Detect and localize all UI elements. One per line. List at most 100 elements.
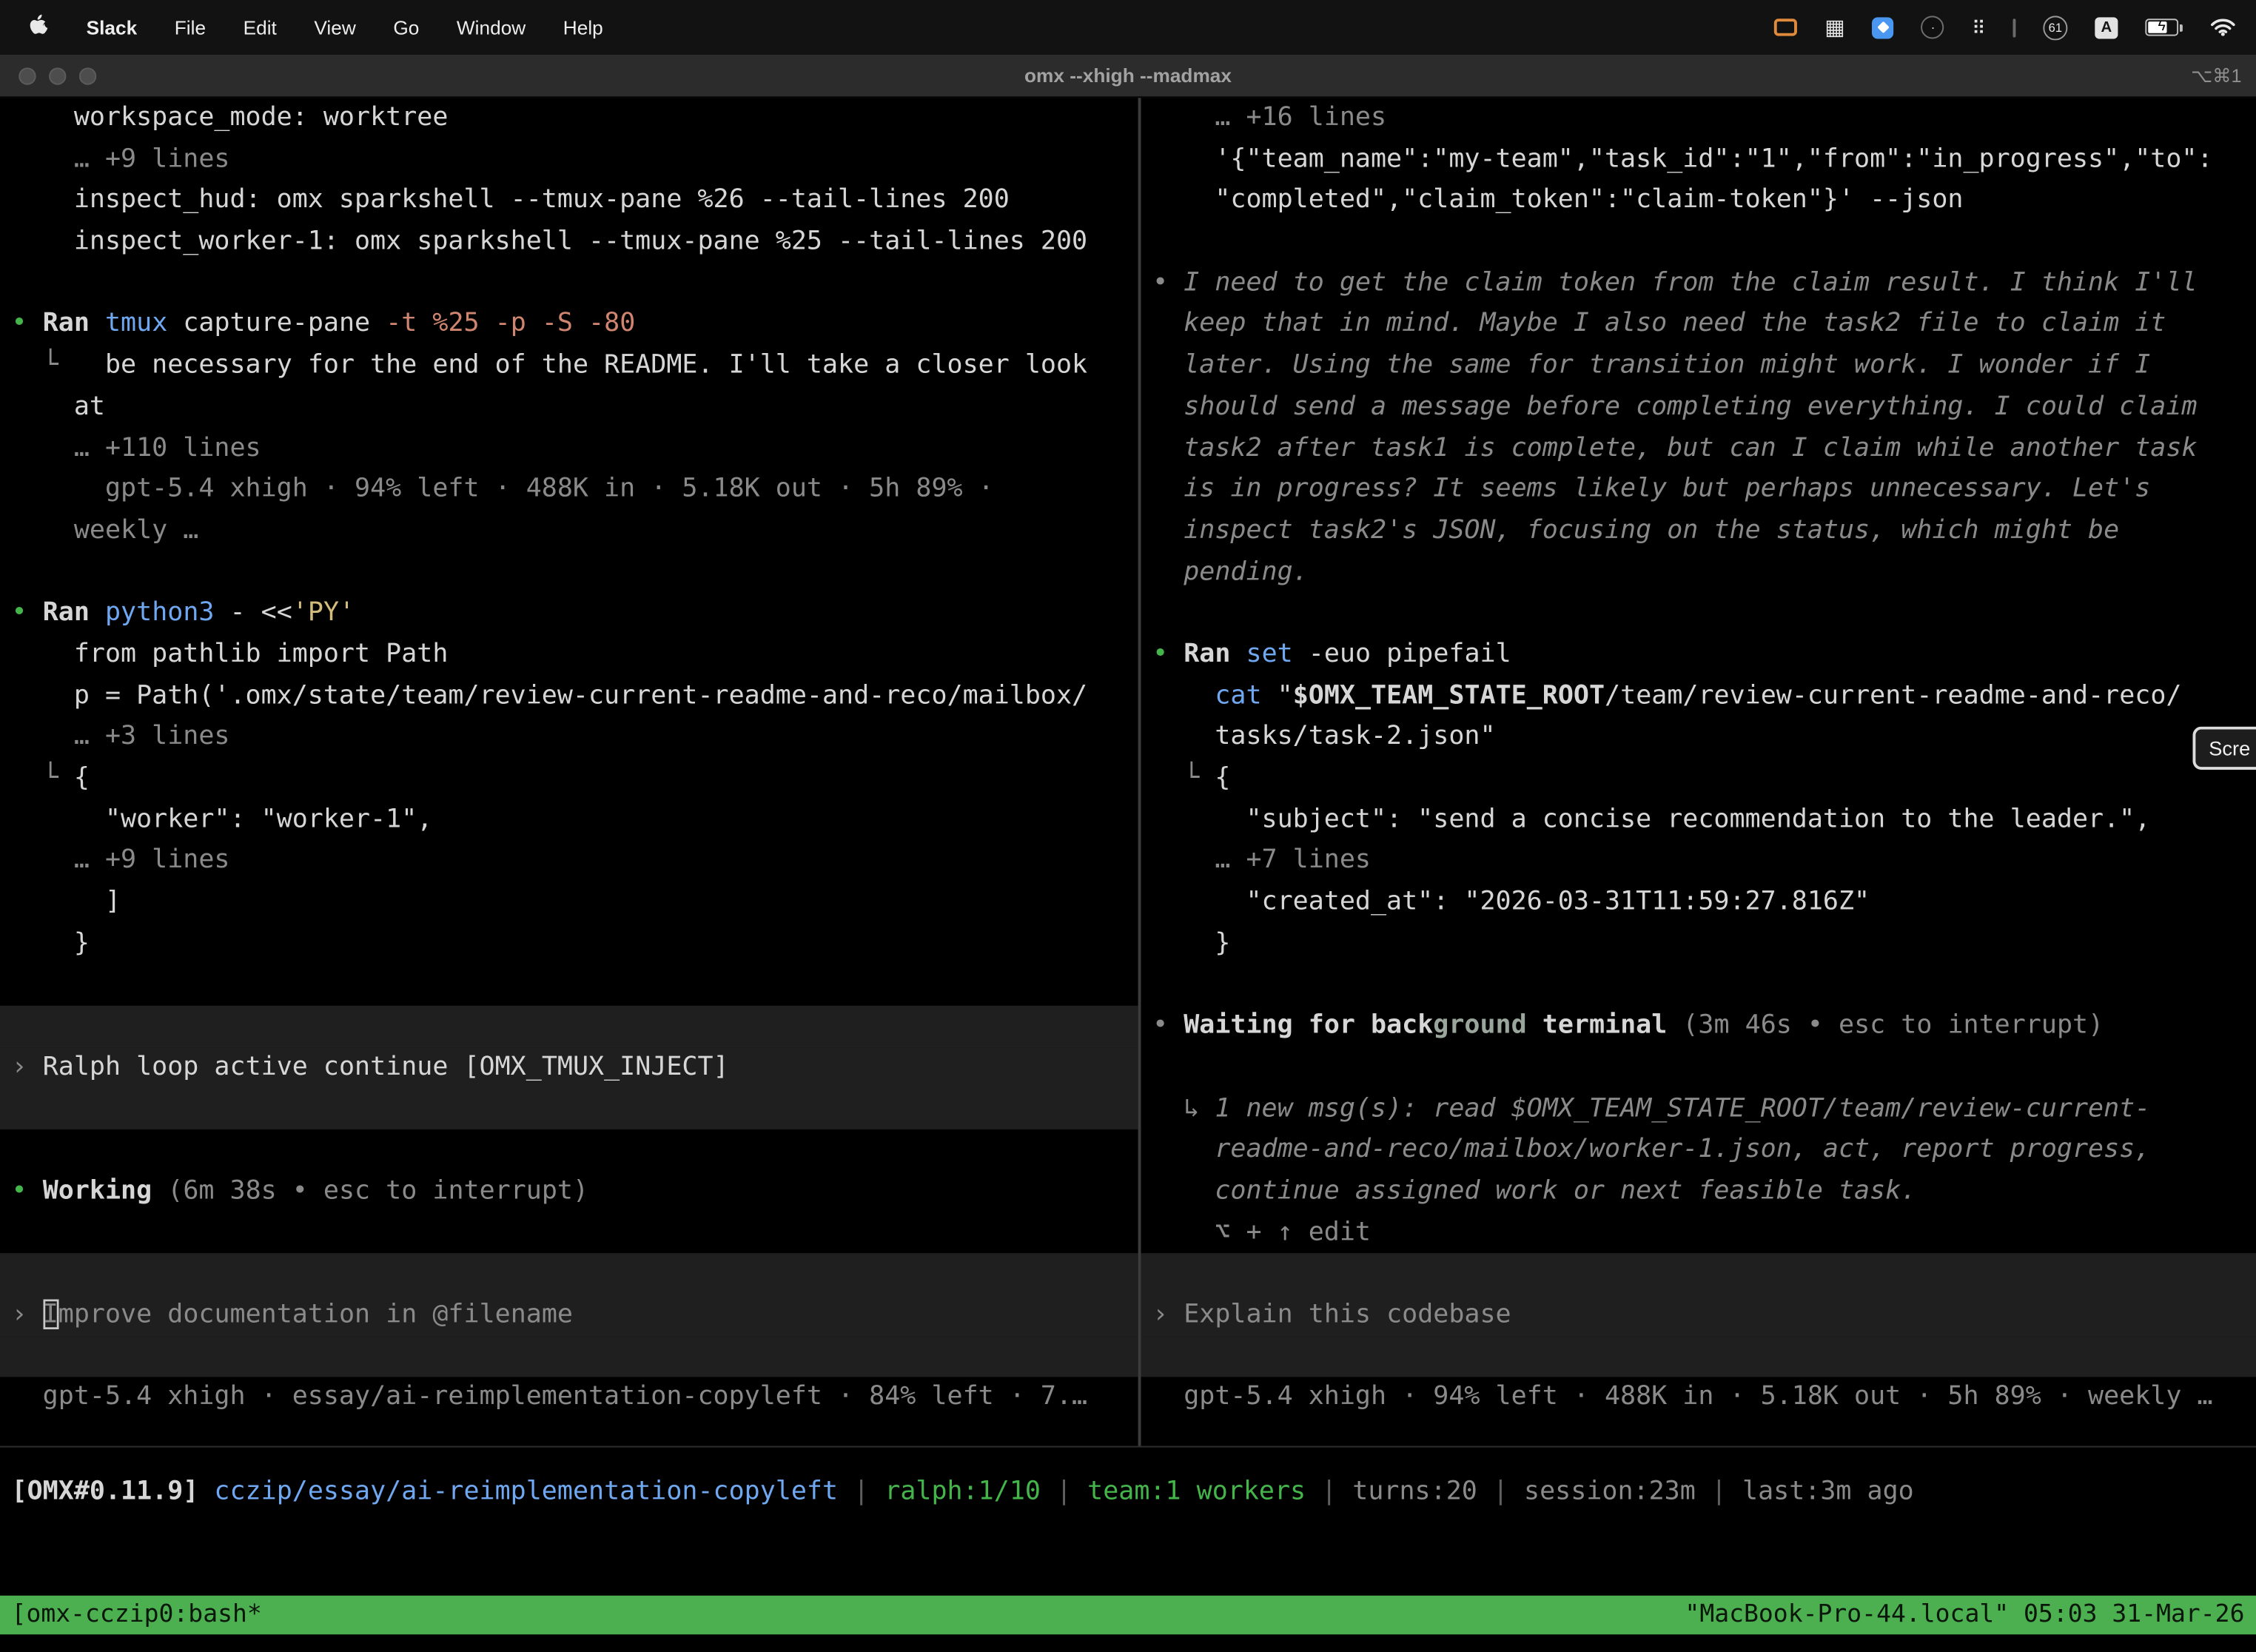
text-run: └ [1152,762,1215,793]
menu-item-edit[interactable]: Edit [244,16,277,38]
text-run: 'PY' [292,597,355,628]
text-run: { [1215,762,1230,793]
battery-icon[interactable]: ϟ [2145,19,2183,36]
text-run: ground [1433,1010,1526,1041]
text-run: { [74,762,90,793]
text-run: /team/review-current-readme-and-reco/ [1605,680,2181,711]
terminal-line [0,552,1138,594]
terminal-line: at [0,387,1138,429]
terminal-line: └ { [0,758,1138,799]
terminal-line [1141,1336,2256,1377]
text-run: should send a message before completing … [1152,391,2197,421]
terminal-line [0,964,1138,1006]
terminal-line [0,1006,1138,1047]
text-run: gpt-5.4 xhigh · 94% left · 488K in · 5.1… [1152,1382,2213,1412]
text-run: I need to get the claim token from the c… [1184,267,2197,298]
terminal-line: "worker": "worker-1", [0,799,1138,841]
apple-menu-icon[interactable] [29,13,49,41]
text-run: capture-pane [183,309,386,339]
tmux-session-window[interactable]: [omx-cczip0:bash* [12,1596,262,1634]
close-button[interactable] [19,67,36,84]
gauge-icon[interactable]: 61 [2043,15,2067,39]
text-run: › [12,1299,43,1329]
text-run: cat [1215,680,1277,711]
text-run: … +16 lines [1152,102,1386,132]
text-run: last:3m ago [1742,1476,1914,1506]
text-run: … +7 lines [1152,845,1371,876]
dots-grid-icon[interactable]: ⠿ [1972,18,1986,36]
text-run: › [12,1052,43,1082]
terminal-line [1141,221,2256,263]
terminal-line: … +3 lines [0,717,1138,759]
input-source-icon[interactable]: A [2095,16,2118,38]
charging-bolt-icon: ϟ [2146,21,2177,35]
wifi-icon[interactable] [2210,15,2236,39]
text-run: Waiting for back [1184,1010,1433,1041]
terminal-line: should send a message before completing … [1141,387,2256,429]
prompt-input-right[interactable]: › Explain this codebase [1141,1295,2256,1336]
tmux-status-bar: [omx-cczip0:bash* "MacBook-Pro-44.local"… [0,1596,2256,1634]
terminal-line [0,263,1138,304]
terminal-line [1141,964,2256,1006]
prompt-input-left[interactable]: › Improve documentation in @filename [0,1295,1138,1336]
text-run: later. Using the same for transition mig… [1152,350,2150,380]
text-run: } [1152,927,1230,958]
terminal-line: later. Using the same for transition mig… [1141,346,2256,387]
text-run: task2 after task1 is complete, but can I… [1152,432,2197,463]
menu-item-help[interactable]: Help [563,16,603,38]
menu-item-window[interactable]: Window [457,16,526,38]
terminal-line: … +110 lines [0,428,1138,469]
terminal-line: ⌥ + ↑ edit [1141,1212,2256,1254]
zoom-button[interactable] [79,67,96,84]
terminal-line: • Ran set -euo pipefail [1141,634,2256,676]
blue-app-icon[interactable] [1873,16,1894,38]
menu-bar: Slack File Edit View Go Window Help ▦ · … [0,0,2256,55]
text-run: | [1477,1476,1524,1506]
text-run: • [1152,267,1184,298]
window-title: omx --xhigh --madmax [0,64,2256,86]
text-run: • [1152,639,1184,669]
text-run: workspace_mode: worktree [12,102,449,132]
window-title-bar[interactable]: omx --xhigh --madmax ⌥⌘1 [0,55,2256,98]
terminal-line: • Working (6m 38s • esc to interrupt) [0,1171,1138,1212]
text-run: • [1152,1010,1184,1041]
terminal-line: "created_at": "2026-03-31T11:59:27.816Z" [1141,882,2256,924]
text-run: - << [230,597,292,628]
menu-item-file[interactable]: File [175,16,206,38]
terminal-line: "subject": "send a concise recommendatio… [1141,799,2256,841]
terminal-pane-left[interactable]: workspace_mode: worktree … +9 lines insp… [0,98,1138,1446]
terminal-line: • Waiting for background terminal (3m 46… [1141,1006,2256,1047]
terminal-line: inspect_hud: omx sparkshell --tmux-pane … [0,181,1138,222]
text-run: Explain this codebase [1184,1299,1511,1329]
text-run: session:23m [1524,1476,1696,1506]
minimize-button[interactable] [49,67,66,84]
terminal-line: gpt-5.4 xhigh · 94% left · 488K in · 5.1… [1141,1377,2256,1419]
grid-icon[interactable]: ▦ [1824,16,1845,38]
text-run: Ran [1184,639,1246,669]
text-run: '{"team_name":"my-team","task_id":"1","f… [1152,144,2213,174]
terminal-line: gpt-5.4 xhigh · essay/ai-reimplementatio… [0,1377,1138,1419]
menu-item-view[interactable]: View [314,16,355,38]
text-run: inspect_hud: omx sparkshell --tmux-pane … [12,185,1010,215]
tmux-host-clock: "MacBook-Pro-44.local" 05:03 31-Mar-26 [1685,1596,2244,1634]
dark-app-icon[interactable]: · [1921,16,1944,38]
terminal-line: … +9 lines [0,841,1138,882]
screen-recording-icon[interactable] [1774,19,1797,36]
app-menu-slack[interactable]: Slack [87,16,138,38]
text-run: └ [12,350,105,380]
text-run: … +110 lines [12,432,261,463]
text-run: terminal [1527,1010,1683,1041]
terminal-line: "completed","claim_token":"claim-token"}… [1141,181,2256,222]
terminal-line: } [1141,923,2256,964]
text-run: inspect task2's JSON, focusing on the st… [1152,515,2119,545]
terminal-line: tasks/task-2.json" [1141,717,2256,759]
terminal-line: └ be necessary for the end of the README… [0,346,1138,387]
text-run: | [1696,1476,1742,1506]
text-run: (3m 46s • esc to interrupt) [1682,1010,2104,1041]
text-run: ralph:1/10 [884,1476,1041,1506]
menu-item-go[interactable]: Go [393,16,419,38]
menu-bar-left: Slack File Edit View Go Window Help [29,13,603,41]
terminal-line: cat "$OMX_TEAM_STATE_ROOT/team/review-cu… [1141,676,2256,717]
terminal-pane-right[interactable]: … +16 lines '{"team_name":"my-team","tas… [1141,98,2256,1446]
text-run: | [838,1476,884,1506]
